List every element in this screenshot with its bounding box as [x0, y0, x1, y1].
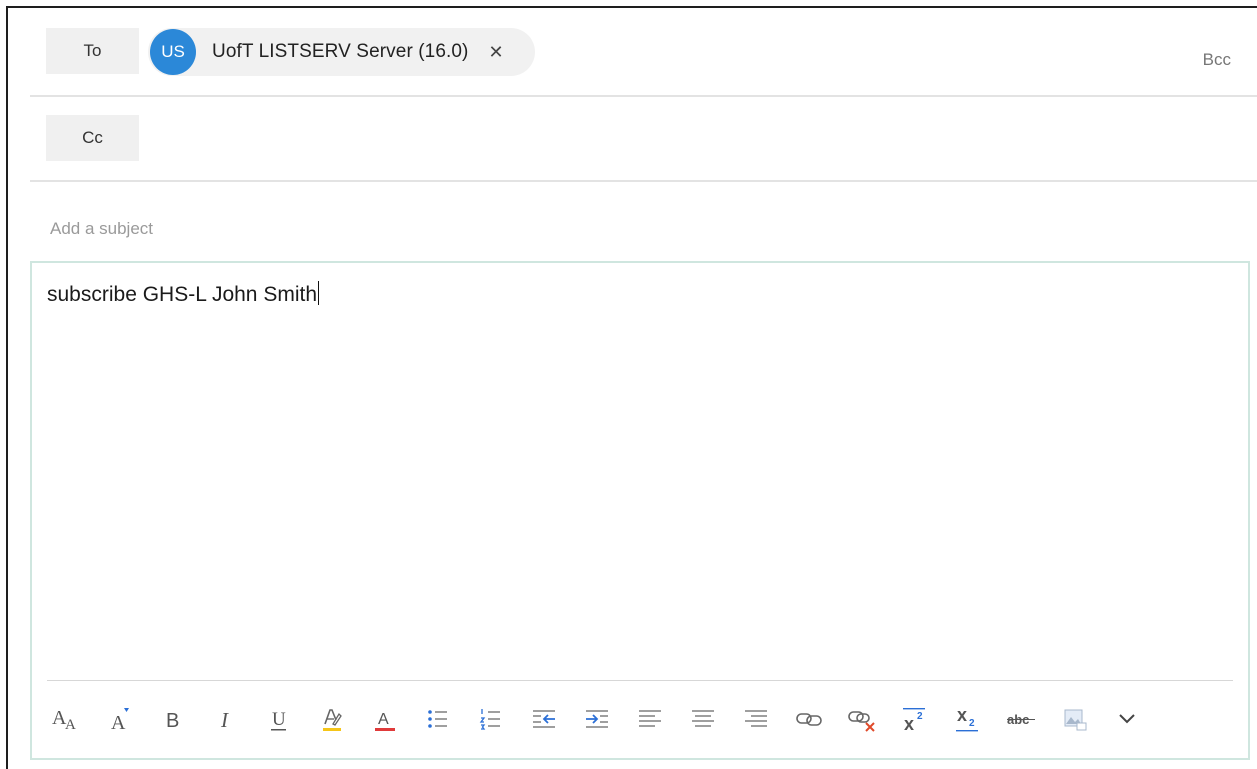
subject-input[interactable]	[48, 214, 1232, 244]
strikethrough-icon[interactable]: abc	[999, 697, 1043, 741]
toolbar-divider	[47, 680, 1233, 681]
text-caret	[318, 281, 319, 305]
body-text: subscribe GHS-L John Smith	[47, 283, 317, 306]
highlight-icon[interactable]	[310, 697, 354, 741]
bold-icon[interactable]: B	[151, 697, 195, 741]
subscript-num-label: 2	[969, 718, 975, 729]
numbering-icon[interactable]	[469, 697, 513, 741]
more-options-icon[interactable]	[1105, 697, 1149, 741]
remove-link-icon[interactable]	[840, 697, 884, 741]
outdent-icon[interactable]	[522, 697, 566, 741]
superscript-label: x	[904, 714, 914, 734]
bold-label: B	[166, 710, 179, 732]
grow-font-label: A	[111, 712, 126, 734]
bcc-button[interactable]: Bcc	[1203, 50, 1231, 70]
divider	[30, 95, 1257, 97]
grow-font-icon[interactable]: A	[98, 697, 142, 741]
avatar: US	[150, 29, 196, 75]
recipient-name: UofT LISTSERV Server (16.0)	[212, 41, 469, 62]
font-size-icon[interactable]: A A	[46, 697, 90, 741]
align-left-icon[interactable]	[628, 697, 672, 741]
message-body-text: subscribe GHS-L John Smith	[47, 281, 319, 307]
to-button[interactable]: To	[46, 28, 139, 74]
font-size-small-label: A	[65, 717, 76, 733]
underline-icon[interactable]: U	[257, 697, 301, 741]
font-color-label: A	[378, 711, 389, 728]
indent-icon[interactable]	[575, 697, 619, 741]
remove-recipient-icon[interactable]: ✕	[488, 42, 503, 63]
compose-window: To US UofT LISTSERV Server (16.0) ✕ Bcc …	[6, 6, 1257, 769]
message-body-editor[interactable]: subscribe GHS-L John Smith A A A B I U A…	[30, 261, 1250, 760]
superscript-icon[interactable]: x 2	[893, 697, 937, 741]
font-color-icon[interactable]: A	[363, 697, 407, 741]
italic-label: I	[220, 708, 229, 732]
italic-icon[interactable]: I	[204, 697, 248, 741]
underline-label: U	[272, 709, 286, 730]
link-icon[interactable]	[787, 697, 831, 741]
cc-button[interactable]: Cc	[46, 115, 139, 161]
divider	[30, 180, 1257, 182]
superscript-num-label: 2	[917, 711, 923, 722]
align-center-icon[interactable]	[681, 697, 725, 741]
subscript-label: x	[957, 705, 967, 725]
formatting-toolbar: A A A B I U A x 2 x 2 abc	[46, 697, 1246, 741]
bullets-icon[interactable]	[416, 697, 460, 741]
align-right-icon[interactable]	[734, 697, 778, 741]
image-icon[interactable]	[1052, 697, 1096, 741]
subscript-icon[interactable]: x 2	[946, 697, 990, 741]
recipient-chip[interactable]: US UofT LISTSERV Server (16.0) ✕	[148, 28, 535, 76]
